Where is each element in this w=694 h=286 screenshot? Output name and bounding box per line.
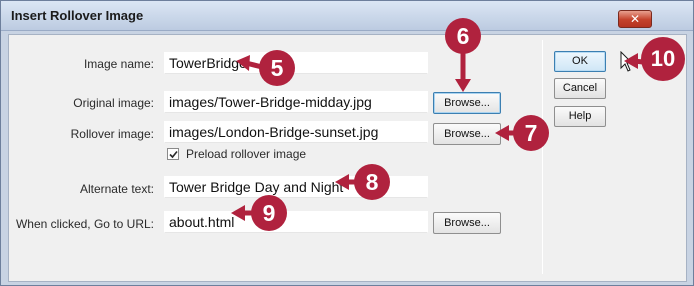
checkmark-icon bbox=[169, 150, 178, 159]
title-bar: Insert Rollover Image ✕ bbox=[1, 1, 693, 31]
close-button[interactable]: ✕ bbox=[618, 10, 652, 28]
mouse-pointer-icon bbox=[620, 51, 634, 72]
rollover-image-label: Rollover image: bbox=[70, 127, 154, 141]
original-image-input[interactable]: images/Tower-Bridge-midday.jpg bbox=[164, 91, 428, 113]
image-name-label: Image name: bbox=[83, 57, 154, 71]
url-label: When clicked, Go to URL: bbox=[15, 217, 154, 231]
url-input[interactable]: about.html bbox=[164, 211, 428, 233]
callout-9: 9 bbox=[251, 195, 287, 231]
dialog-title: Insert Rollover Image bbox=[11, 8, 144, 23]
rollover-image-input[interactable]: images/London-Bridge-sunset.jpg bbox=[164, 121, 428, 143]
rollover-image-browse-button[interactable]: Browse... bbox=[433, 123, 501, 145]
callout-6: 6 bbox=[445, 18, 481, 54]
ok-button[interactable]: OK bbox=[554, 51, 606, 72]
button-divider bbox=[542, 40, 543, 274]
image-name-input[interactable]: TowerBridge bbox=[164, 52, 428, 74]
preload-label: Preload rollover image bbox=[186, 147, 307, 161]
close-icon: ✕ bbox=[629, 12, 641, 26]
help-button[interactable]: Help bbox=[554, 106, 606, 127]
callout-7: 7 bbox=[513, 115, 549, 151]
cancel-button[interactable]: Cancel bbox=[554, 78, 606, 99]
callout-10: 10 bbox=[641, 37, 685, 81]
callout-8: 8 bbox=[354, 164, 390, 200]
callout-5: 5 bbox=[259, 50, 295, 86]
original-image-label: Original image: bbox=[73, 96, 154, 110]
preload-checkbox[interactable] bbox=[167, 148, 179, 160]
dialog-window: Insert Rollover Image ✕ bbox=[0, 0, 694, 286]
original-image-browse-button[interactable]: Browse... bbox=[433, 92, 501, 114]
alternate-text-label: Alternate text: bbox=[79, 182, 154, 196]
url-browse-button[interactable]: Browse... bbox=[433, 212, 501, 234]
